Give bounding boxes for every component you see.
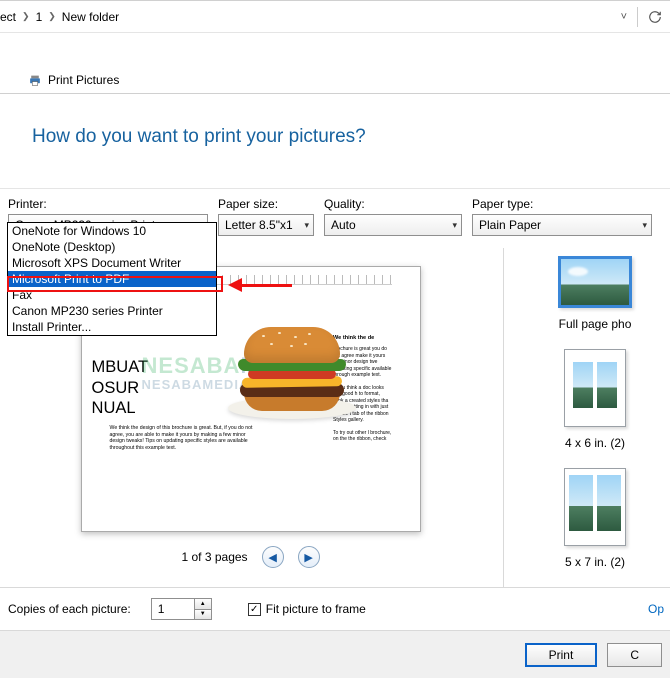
printer-option[interactable]: OneNote for Windows 10: [8, 223, 216, 239]
printer-label: Printer:: [8, 197, 208, 211]
breadcrumb-seg-2[interactable]: 1: [36, 10, 43, 24]
quality-value: Auto: [331, 218, 356, 232]
breadcrumb-seg-3[interactable]: New folder: [62, 10, 119, 24]
chevron-down-icon: ▾: [304, 220, 309, 231]
checkbox-icon: ✓: [248, 603, 261, 616]
watermark: NESABAMEDIA: [142, 377, 250, 392]
paper-type-value: Plain Paper: [479, 218, 541, 232]
copies-down-button[interactable]: ▼: [195, 609, 211, 619]
layout-label: 4 x 6 in. (2): [520, 436, 670, 450]
breadcrumb-chevron-down-icon[interactable]: ˅: [621, 11, 627, 23]
paper-size-label: Paper size:: [218, 197, 314, 211]
layout-5x7[interactable]: [564, 468, 626, 546]
layout-4x6[interactable]: [564, 349, 626, 427]
window-title: Print Pictures: [48, 73, 119, 87]
refresh-icon[interactable]: [648, 10, 662, 24]
options-link[interactable]: Op: [648, 602, 664, 616]
footer-options: Copies of each picture: ▲ ▼ ✓ Fit pictur…: [0, 588, 670, 630]
next-page-button[interactable]: ▶: [298, 546, 320, 568]
printer-option[interactable]: Fax: [8, 287, 216, 303]
printer-option[interactable]: Canon MP230 series Printer: [8, 303, 216, 319]
chevron-down-icon: ▾: [452, 220, 457, 231]
cancel-button[interactable]: C: [607, 643, 662, 667]
layout-label: 5 x 7 in. (2): [520, 555, 670, 569]
paper-size-select[interactable]: Letter 8.5"x1 ▾: [218, 214, 314, 236]
preview-image-burger: [238, 311, 323, 419]
copies-up-button[interactable]: ▲: [195, 599, 211, 609]
breadcrumb-seg-1[interactable]: ect: [0, 10, 16, 24]
layout-full-page[interactable]: [558, 256, 632, 308]
breadcrumb-bar: ect ❯ 1 ❯ New folder ˅: [0, 1, 670, 32]
printer-option[interactable]: Microsoft XPS Document Writer: [8, 255, 216, 271]
dialog-action-bar: Print C: [0, 630, 670, 678]
question-band: How do you want to print your pictures?: [0, 94, 670, 188]
breadcrumb[interactable]: ect ❯ 1 ❯ New folder: [0, 10, 119, 24]
copies-input[interactable]: [152, 599, 194, 619]
copies-label: Copies of each picture:: [8, 602, 131, 616]
preview-caption: We think the design of this brochure is …: [110, 425, 260, 452]
printer-icon: [28, 74, 42, 87]
fit-to-frame-checkbox[interactable]: ✓ Fit picture to frame: [248, 602, 366, 616]
chevron-right-icon: ❯: [48, 11, 56, 22]
paper-type-select[interactable]: Plain Paper ▾: [472, 214, 652, 236]
prev-page-button[interactable]: ◀: [262, 546, 284, 568]
fit-to-frame-label: Fit picture to frame: [266, 602, 366, 616]
chevron-down-icon: ▾: [642, 220, 647, 231]
window-title-row: Print Pictures: [0, 73, 670, 93]
chevron-right-icon: ❯: [22, 11, 30, 22]
annotation-arrow-icon: [228, 278, 292, 292]
paper-size-value: Letter 8.5"x1: [225, 218, 293, 232]
printer-option-selected[interactable]: Microsoft Print to PDF: [8, 271, 216, 287]
layout-panel: Full page pho 4 x 6 in. (2) 5 x 7 in. (2…: [503, 248, 670, 587]
copies-stepper[interactable]: ▲ ▼: [151, 598, 212, 620]
layout-label: Full page pho: [520, 317, 670, 331]
printer-option[interactable]: OneNote (Desktop): [8, 239, 216, 255]
paper-type-label: Paper type:: [472, 197, 652, 211]
print-button[interactable]: Print: [525, 643, 598, 667]
pager: 1 of 3 pages ◀ ▶: [8, 546, 493, 568]
quality-select[interactable]: Auto ▾: [324, 214, 462, 236]
printer-dropdown-list[interactable]: OneNote for Windows 10 OneNote (Desktop)…: [7, 222, 217, 336]
quality-label: Quality:: [324, 197, 462, 211]
dialog-heading: How do you want to print your pictures?: [32, 126, 670, 148]
page-indicator: 1 of 3 pages: [182, 550, 248, 564]
printer-option[interactable]: Install Printer...: [8, 319, 216, 335]
